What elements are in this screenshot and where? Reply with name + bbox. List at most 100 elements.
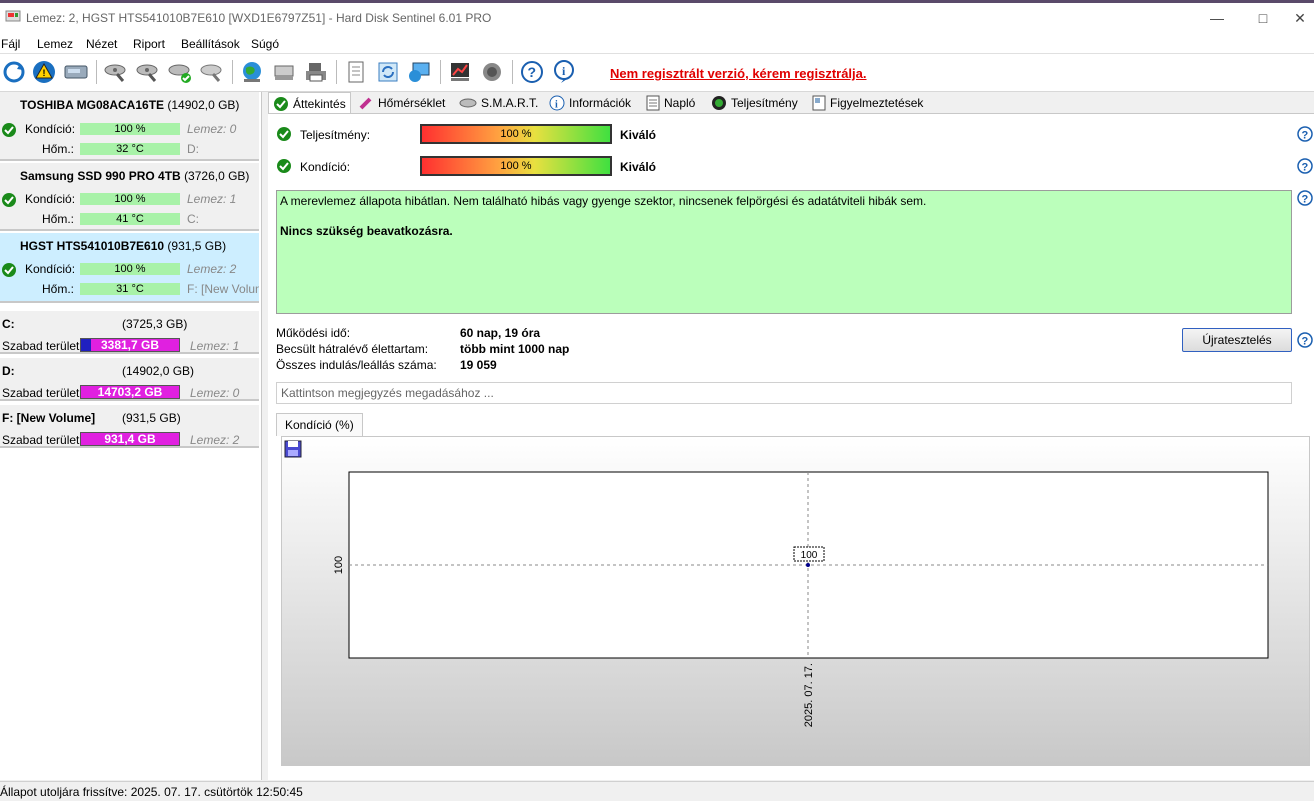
y-tick-label: 100 (333, 556, 345, 574)
printer-icon[interactable] (302, 57, 330, 87)
temperature-bar: 31 °C (80, 283, 180, 295)
report-icon[interactable] (342, 57, 370, 87)
help-icon[interactable]: ? (1297, 158, 1313, 174)
tab-alerts[interactable]: Figyelmeztetések (808, 92, 927, 114)
partition-name: D: (2, 364, 15, 378)
info-icon: i (549, 95, 565, 111)
performance-icon[interactable] (446, 57, 474, 87)
check-ok-icon (274, 96, 288, 111)
sync-icon[interactable] (374, 57, 402, 87)
disk-settings-icon[interactable] (102, 57, 130, 87)
tab-label: Teljesítmény (731, 96, 798, 110)
free-space-label: Szabad terület (2, 433, 80, 447)
help-icon[interactable]: ? (518, 57, 546, 87)
lifetime-value: több mint 1000 nap (460, 342, 570, 356)
log-icon (646, 95, 660, 111)
chart-tab-condition[interactable]: Kondíció (%) (276, 413, 363, 436)
help-icon[interactable]: ? (1297, 126, 1313, 142)
retest-button[interactable]: Újratesztelés (1182, 328, 1292, 352)
condition-label: Kondíció: (300, 160, 351, 174)
menu-file[interactable]: Fájl (1, 37, 20, 51)
alerts-icon (812, 95, 826, 111)
menu-bar: Fájl Lemez Nézet Riport Beállítások Súgó (0, 33, 1314, 54)
disk-info-icon[interactable] (62, 57, 90, 87)
partition-name: C: (2, 317, 15, 331)
menu-help[interactable]: Súgó (251, 37, 279, 51)
minimize-button[interactable]: — (1194, 3, 1240, 33)
x-tick-label: 2025. 07. 17. (803, 663, 815, 727)
tab-label: Figyelmeztetések (830, 96, 924, 110)
temperature-label: Hőm.: (42, 282, 75, 296)
tab-information[interactable]: i Információk (545, 92, 635, 114)
tab-performance[interactable]: Teljesítmény (707, 92, 802, 114)
sound-icon[interactable] (478, 57, 506, 87)
close-button[interactable]: ✕ (1286, 3, 1314, 33)
help-icon[interactable]: ? (1297, 190, 1313, 206)
gauge-icon (712, 96, 726, 110)
svg-text:?: ? (1302, 162, 1309, 174)
lifetime-label: Becsült hátralévő élettartam: (276, 342, 429, 356)
partition-disk: Lemez: 0 (190, 386, 240, 400)
partition-size: (931,5 GB) (122, 411, 181, 425)
performance-meter: 100 % (420, 124, 612, 144)
partition-size: (3725,3 GB) (122, 317, 188, 331)
condition-chart-area: 100 2025. 07. 17. 100 (281, 436, 1310, 766)
toolbar: ! ? i Nem regisztrált verzió, kérem regi… (0, 54, 1314, 92)
partition-item-c[interactable]: C: (3725,3 GB) Szabad terület 3381,7 GB … (0, 311, 259, 354)
svg-text:?: ? (1302, 336, 1309, 348)
disk-number: Lemez: 1 (187, 192, 237, 206)
free-space-bar: 3381,7 GB (80, 338, 180, 352)
about-icon[interactable]: i (550, 57, 578, 87)
tab-label: Áttekintés (293, 96, 346, 111)
refresh-icon[interactable] (0, 57, 28, 87)
disk-name: HGST HTS541010B7E610 (931,5 GB) (20, 239, 227, 253)
status-action: Nincs szükség beavatkozásra. (280, 224, 453, 238)
disk-tool-icon[interactable] (198, 57, 226, 87)
window-title: Lemez: 2, HGST HTS541010B7E610 [WXD1E679… (26, 11, 492, 25)
check-ok-icon (277, 159, 291, 173)
menu-settings[interactable]: Beállítások (181, 37, 240, 51)
help-icon[interactable]: ? (1297, 332, 1313, 348)
network-icon[interactable] (406, 57, 434, 87)
partition-disk: Lemez: 1 (190, 339, 240, 353)
status-description: A merevlemez állapota hibátlan. Nem talá… (276, 190, 1292, 314)
start-stop-value: 19 059 (460, 358, 497, 372)
tab-smart[interactable]: S.M.A.R.T. (455, 92, 542, 114)
note-input[interactable]: Kattintson megjegyzés megadásához ... (276, 382, 1292, 404)
condition-rating: Kiváló (620, 160, 657, 174)
free-space-bar: 14703,2 GB (80, 385, 180, 399)
menu-view[interactable]: Nézet (86, 37, 117, 51)
partition-disk: Lemez: 2 (190, 433, 240, 447)
globe-icon[interactable] (238, 57, 266, 87)
status-text: A merevlemez állapota hibátlan. Nem talá… (280, 194, 927, 208)
svg-text:?: ? (1302, 194, 1309, 206)
menu-disk[interactable]: Lemez (37, 37, 73, 51)
disk-test-icon[interactable] (134, 57, 162, 87)
tab-temperature[interactable]: Hőmérséklet (354, 92, 449, 114)
warning-icon[interactable]: ! (30, 57, 58, 87)
partition-name: F: [New Volume] (2, 411, 96, 425)
check-ok-icon (2, 263, 16, 277)
tab-log[interactable]: Napló (642, 92, 699, 114)
condition-meter: 100 % (420, 156, 612, 176)
maximize-button[interactable]: □ (1240, 3, 1286, 33)
svg-text:?: ? (1302, 130, 1309, 142)
performance-label: Teljesítmény: (300, 128, 371, 142)
disk-item-samsung[interactable]: Samsung SSD 990 PRO 4TB (3726,0 GB) Kond… (0, 163, 259, 231)
tab-overview[interactable]: Áttekintés (268, 92, 351, 114)
disk-item-toshiba[interactable]: TOSHIBA MG08ACA16TE (14902,0 GB) Kondíci… (0, 92, 259, 161)
tab-label: Napló (664, 96, 696, 110)
drive-letter: C: (187, 212, 199, 226)
disk-name: TOSHIBA MG08ACA16TE (14902,0 GB) (20, 98, 240, 112)
partition-item-d[interactable]: D: (14902,0 GB) Szabad terület 14703,2 G… (0, 358, 259, 401)
partition-size: (14902,0 GB) (122, 364, 195, 378)
register-link[interactable]: Nem regisztrált verzió, kérem regisztrál… (610, 66, 867, 81)
computer-icon[interactable] (270, 57, 298, 87)
disk-check-icon[interactable] (166, 57, 194, 87)
disk-item-hgst[interactable]: HGST HTS541010B7E610 (931,5 GB) Kondíció… (0, 233, 259, 303)
app-icon (5, 10, 21, 22)
partition-item-f[interactable]: F: [New Volume] (931,5 GB) Szabad terüle… (0, 405, 259, 448)
drive-letter: D: (187, 142, 199, 156)
menu-report[interactable]: Riport (133, 37, 165, 51)
temperature-label: Hőm.: (42, 212, 75, 226)
